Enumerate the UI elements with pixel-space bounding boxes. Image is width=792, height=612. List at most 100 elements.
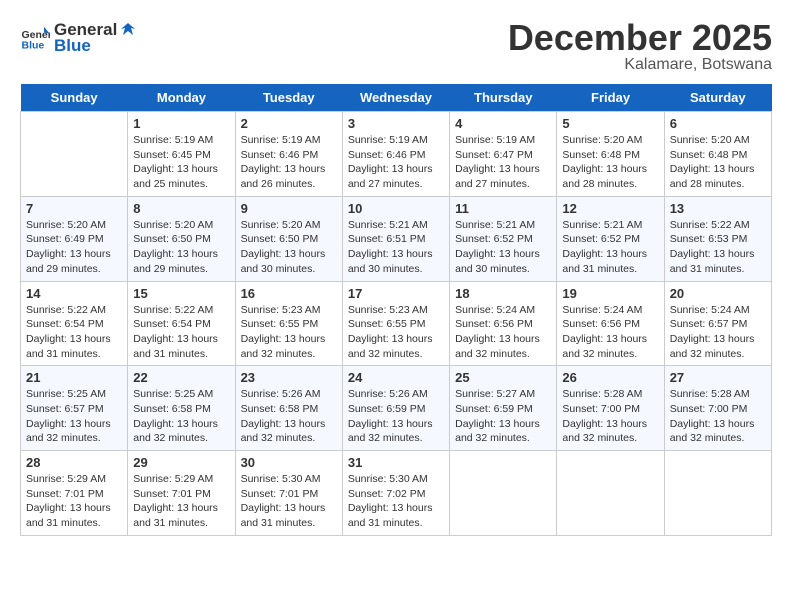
day-number: 18 (455, 286, 551, 301)
calendar-cell: 23 Sunrise: 5:26 AMSunset: 6:58 PMDaylig… (235, 366, 342, 451)
calendar-cell: 8 Sunrise: 5:20 AMSunset: 6:50 PMDayligh… (128, 196, 235, 281)
day-number: 14 (26, 286, 122, 301)
cell-info: Sunrise: 5:28 AMSunset: 7:00 PMDaylight:… (670, 387, 766, 446)
cell-info: Sunrise: 5:19 AMSunset: 6:46 PMDaylight:… (241, 133, 337, 192)
month-title: December 2025 (508, 20, 772, 56)
day-number: 13 (670, 201, 766, 216)
day-header-saturday: Saturday (664, 84, 771, 112)
cell-info: Sunrise: 5:29 AMSunset: 7:01 PMDaylight:… (133, 472, 229, 531)
cell-info: Sunrise: 5:20 AMSunset: 6:50 PMDaylight:… (133, 218, 229, 277)
calendar-cell: 10 Sunrise: 5:21 AMSunset: 6:51 PMDaylig… (342, 196, 449, 281)
day-number: 27 (670, 370, 766, 385)
day-number: 22 (133, 370, 229, 385)
calendar-cell: 9 Sunrise: 5:20 AMSunset: 6:50 PMDayligh… (235, 196, 342, 281)
calendar-cell: 5 Sunrise: 5:20 AMSunset: 6:48 PMDayligh… (557, 112, 664, 197)
calendar-cell: 15 Sunrise: 5:22 AMSunset: 6:54 PMDaylig… (128, 281, 235, 366)
day-number: 6 (670, 116, 766, 131)
day-number: 26 (562, 370, 658, 385)
day-header-thursday: Thursday (450, 84, 557, 112)
calendar-cell: 13 Sunrise: 5:22 AMSunset: 6:53 PMDaylig… (664, 196, 771, 281)
calendar-cell (557, 451, 664, 536)
day-number: 9 (241, 201, 337, 216)
calendar-cell: 6 Sunrise: 5:20 AMSunset: 6:48 PMDayligh… (664, 112, 771, 197)
calendar-cell: 29 Sunrise: 5:29 AMSunset: 7:01 PMDaylig… (128, 451, 235, 536)
cell-info: Sunrise: 5:20 AMSunset: 6:48 PMDaylight:… (562, 133, 658, 192)
calendar-cell: 30 Sunrise: 5:30 AMSunset: 7:01 PMDaylig… (235, 451, 342, 536)
cell-info: Sunrise: 5:24 AMSunset: 6:56 PMDaylight:… (455, 303, 551, 362)
calendar-cell: 7 Sunrise: 5:20 AMSunset: 6:49 PMDayligh… (21, 196, 128, 281)
cell-info: Sunrise: 5:21 AMSunset: 6:51 PMDaylight:… (348, 218, 444, 277)
cell-info: Sunrise: 5:30 AMSunset: 7:01 PMDaylight:… (241, 472, 337, 531)
cell-info: Sunrise: 5:25 AMSunset: 6:58 PMDaylight:… (133, 387, 229, 446)
day-number: 29 (133, 455, 229, 470)
day-header-sunday: Sunday (21, 84, 128, 112)
day-number: 4 (455, 116, 551, 131)
calendar-cell: 22 Sunrise: 5:25 AMSunset: 6:58 PMDaylig… (128, 366, 235, 451)
title-section: December 2025 Kalamare, Botswana (508, 20, 772, 74)
calendar-week-3: 14 Sunrise: 5:22 AMSunset: 6:54 PMDaylig… (21, 281, 772, 366)
logo-icon: General Blue (20, 23, 50, 53)
cell-info: Sunrise: 5:25 AMSunset: 6:57 PMDaylight:… (26, 387, 122, 446)
calendar-cell: 27 Sunrise: 5:28 AMSunset: 7:00 PMDaylig… (664, 366, 771, 451)
day-number: 30 (241, 455, 337, 470)
calendar-week-4: 21 Sunrise: 5:25 AMSunset: 6:57 PMDaylig… (21, 366, 772, 451)
day-number: 28 (26, 455, 122, 470)
day-number: 23 (241, 370, 337, 385)
logo-bird-icon (119, 21, 137, 39)
day-number: 16 (241, 286, 337, 301)
day-number: 5 (562, 116, 658, 131)
logo: General Blue General Blue (20, 20, 137, 56)
calendar-week-5: 28 Sunrise: 5:29 AMSunset: 7:01 PMDaylig… (21, 451, 772, 536)
day-number: 25 (455, 370, 551, 385)
cell-info: Sunrise: 5:19 AMSunset: 6:46 PMDaylight:… (348, 133, 444, 192)
calendar-cell: 4 Sunrise: 5:19 AMSunset: 6:47 PMDayligh… (450, 112, 557, 197)
day-header-tuesday: Tuesday (235, 84, 342, 112)
day-number: 31 (348, 455, 444, 470)
calendar-cell: 3 Sunrise: 5:19 AMSunset: 6:46 PMDayligh… (342, 112, 449, 197)
cell-info: Sunrise: 5:28 AMSunset: 7:00 PMDaylight:… (562, 387, 658, 446)
cell-info: Sunrise: 5:22 AMSunset: 6:53 PMDaylight:… (670, 218, 766, 277)
cell-info: Sunrise: 5:27 AMSunset: 6:59 PMDaylight:… (455, 387, 551, 446)
cell-info: Sunrise: 5:29 AMSunset: 7:01 PMDaylight:… (26, 472, 122, 531)
cell-info: Sunrise: 5:20 AMSunset: 6:49 PMDaylight:… (26, 218, 122, 277)
day-number: 20 (670, 286, 766, 301)
cell-info: Sunrise: 5:21 AMSunset: 6:52 PMDaylight:… (562, 218, 658, 277)
calendar-cell (21, 112, 128, 197)
calendar-cell: 18 Sunrise: 5:24 AMSunset: 6:56 PMDaylig… (450, 281, 557, 366)
calendar-cell: 25 Sunrise: 5:27 AMSunset: 6:59 PMDaylig… (450, 366, 557, 451)
day-header-monday: Monday (128, 84, 235, 112)
day-header-friday: Friday (557, 84, 664, 112)
cell-info: Sunrise: 5:26 AMSunset: 6:58 PMDaylight:… (241, 387, 337, 446)
day-header-wednesday: Wednesday (342, 84, 449, 112)
day-number: 24 (348, 370, 444, 385)
calendar-cell: 28 Sunrise: 5:29 AMSunset: 7:01 PMDaylig… (21, 451, 128, 536)
svg-text:Blue: Blue (22, 40, 45, 52)
day-number: 21 (26, 370, 122, 385)
calendar-header-row: SundayMondayTuesdayWednesdayThursdayFrid… (21, 84, 772, 112)
calendar-cell: 26 Sunrise: 5:28 AMSunset: 7:00 PMDaylig… (557, 366, 664, 451)
cell-info: Sunrise: 5:20 AMSunset: 6:50 PMDaylight:… (241, 218, 337, 277)
day-number: 7 (26, 201, 122, 216)
calendar-week-1: 1 Sunrise: 5:19 AMSunset: 6:45 PMDayligh… (21, 112, 772, 197)
page-header: General Blue General Blue December 2025 … (20, 20, 772, 74)
cell-info: Sunrise: 5:30 AMSunset: 7:02 PMDaylight:… (348, 472, 444, 531)
cell-info: Sunrise: 5:23 AMSunset: 6:55 PMDaylight:… (241, 303, 337, 362)
calendar-cell (664, 451, 771, 536)
cell-info: Sunrise: 5:22 AMSunset: 6:54 PMDaylight:… (26, 303, 122, 362)
calendar-cell: 12 Sunrise: 5:21 AMSunset: 6:52 PMDaylig… (557, 196, 664, 281)
calendar-cell: 20 Sunrise: 5:24 AMSunset: 6:57 PMDaylig… (664, 281, 771, 366)
day-number: 10 (348, 201, 444, 216)
calendar-cell: 1 Sunrise: 5:19 AMSunset: 6:45 PMDayligh… (128, 112, 235, 197)
cell-info: Sunrise: 5:19 AMSunset: 6:45 PMDaylight:… (133, 133, 229, 192)
location-text: Kalamare, Botswana (508, 56, 772, 74)
calendar-cell: 21 Sunrise: 5:25 AMSunset: 6:57 PMDaylig… (21, 366, 128, 451)
day-number: 11 (455, 201, 551, 216)
cell-info: Sunrise: 5:20 AMSunset: 6:48 PMDaylight:… (670, 133, 766, 192)
calendar-cell: 2 Sunrise: 5:19 AMSunset: 6:46 PMDayligh… (235, 112, 342, 197)
day-number: 8 (133, 201, 229, 216)
calendar-cell: 17 Sunrise: 5:23 AMSunset: 6:55 PMDaylig… (342, 281, 449, 366)
calendar-cell: 11 Sunrise: 5:21 AMSunset: 6:52 PMDaylig… (450, 196, 557, 281)
day-number: 17 (348, 286, 444, 301)
cell-info: Sunrise: 5:21 AMSunset: 6:52 PMDaylight:… (455, 218, 551, 277)
calendar-cell: 16 Sunrise: 5:23 AMSunset: 6:55 PMDaylig… (235, 281, 342, 366)
